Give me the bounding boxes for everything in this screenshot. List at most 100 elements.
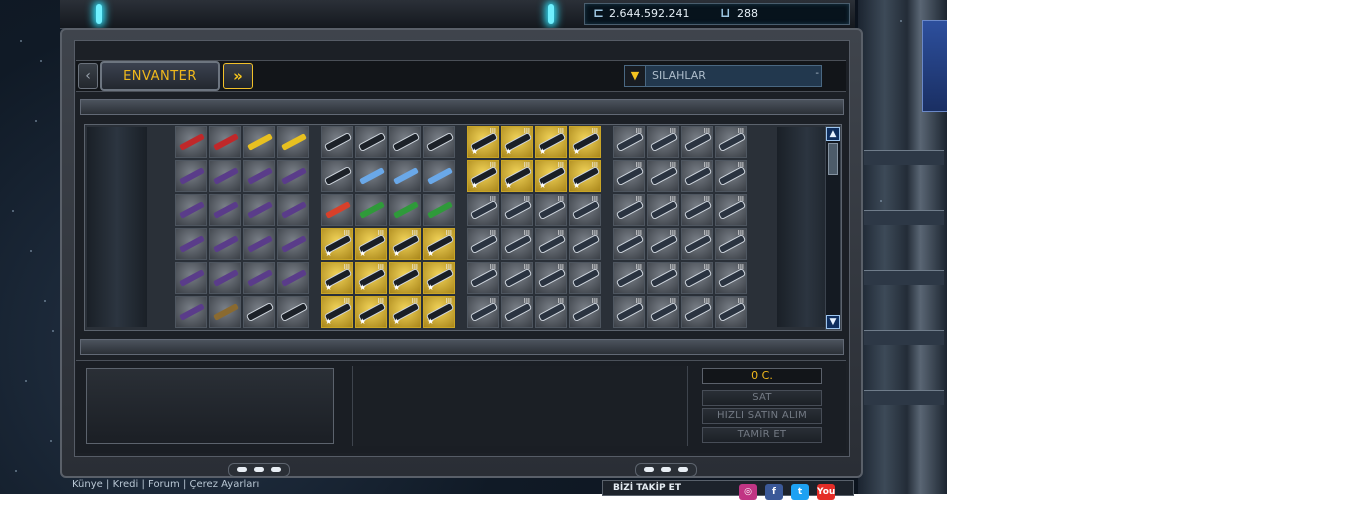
inventory-slot[interactable] <box>355 194 387 226</box>
inventory-slot[interactable] <box>175 296 207 328</box>
inventory-slot[interactable]: III <box>647 296 679 328</box>
inventory-slot[interactable]: III <box>501 262 533 294</box>
inventory-slot[interactable]: III <box>715 296 747 328</box>
inventory-slot[interactable]: III ★ <box>389 228 421 260</box>
inventory-slot[interactable]: III ★ <box>321 228 353 260</box>
inventory-slot[interactable]: III ★ <box>321 262 353 294</box>
facebook-icon[interactable]: f <box>765 484 783 500</box>
inventory-scrollbar[interactable]: ▲ ▼ <box>825 126 841 330</box>
inventory-slot[interactable]: III <box>647 262 679 294</box>
footer-link-kredi[interactable]: Kredi <box>113 479 139 490</box>
inventory-slot[interactable]: III ★ <box>501 126 533 158</box>
scroll-thumb[interactable] <box>828 143 838 175</box>
inventory-slot[interactable] <box>423 194 455 226</box>
inventory-slot[interactable] <box>389 160 421 192</box>
inventory-slot[interactable]: III <box>613 194 645 226</box>
inventory-slot[interactable]: III <box>647 194 679 226</box>
inventory-slot[interactable] <box>423 126 455 158</box>
inventory-slot[interactable]: III <box>715 160 747 192</box>
inventory-slot[interactable]: III <box>681 228 713 260</box>
inventory-slot[interactable]: III <box>535 194 567 226</box>
prev-tab-button[interactable]: ‹ <box>78 63 98 89</box>
inventory-slot[interactable]: III <box>535 296 567 328</box>
inventory-slot[interactable]: III <box>613 296 645 328</box>
inventory-slot[interactable]: III <box>613 228 645 260</box>
inventory-slot[interactable]: III ★ <box>423 262 455 294</box>
inventory-slot[interactable]: III <box>467 194 499 226</box>
inventory-slot[interactable] <box>243 296 275 328</box>
inventory-slot[interactable] <box>175 126 207 158</box>
inventory-slot[interactable]: III <box>569 194 601 226</box>
inventory-slot[interactable]: III ★ <box>569 160 601 192</box>
inventory-slot[interactable]: III ★ <box>467 160 499 192</box>
inventory-slot[interactable] <box>175 194 207 226</box>
inventory-slot[interactable]: III <box>647 228 679 260</box>
inventory-slot[interactable] <box>389 126 421 158</box>
inventory-slot[interactable]: III <box>613 126 645 158</box>
inventory-slot[interactable] <box>277 296 309 328</box>
footer-link-cookie-settings[interactable]: Çerez Ayarları <box>190 479 260 490</box>
inventory-slot[interactable] <box>321 160 353 192</box>
inventory-slot[interactable]: III <box>467 262 499 294</box>
inventory-slot[interactable]: III ★ <box>355 296 387 328</box>
inventory-slot[interactable] <box>277 194 309 226</box>
inventory-slot[interactable]: III <box>715 228 747 260</box>
inventory-slot[interactable]: III <box>681 126 713 158</box>
inventory-slot[interactable]: III ★ <box>389 262 421 294</box>
inventory-slot[interactable]: III <box>647 126 679 158</box>
inventory-slot[interactable] <box>175 262 207 294</box>
inventory-slot[interactable]: III ★ <box>569 126 601 158</box>
youtube-icon[interactable]: You <box>817 484 835 500</box>
inventory-slot[interactable] <box>277 228 309 260</box>
sell-button[interactable]: SAT <box>702 390 822 406</box>
inventory-slot[interactable]: III <box>535 262 567 294</box>
inventory-slot[interactable]: III <box>569 228 601 260</box>
footer-link-kunye[interactable]: Künye <box>72 479 103 490</box>
inventory-slot[interactable]: III <box>467 296 499 328</box>
inventory-slot[interactable] <box>243 262 275 294</box>
inventory-slot[interactable] <box>243 194 275 226</box>
inventory-slot[interactable] <box>209 262 241 294</box>
inventory-slot[interactable]: III <box>715 262 747 294</box>
inventory-slot[interactable] <box>321 126 353 158</box>
inventory-slot[interactable]: III <box>535 228 567 260</box>
inventory-slot[interactable] <box>277 262 309 294</box>
inventory-slot[interactable]: III ★ <box>355 262 387 294</box>
inventory-slot[interactable]: III <box>715 126 747 158</box>
inventory-slot[interactable]: III <box>715 194 747 226</box>
inventory-slot[interactable] <box>175 228 207 260</box>
inventory-slot[interactable] <box>209 194 241 226</box>
scroll-up-button[interactable]: ▲ <box>826 127 840 141</box>
category-filter-select[interactable]: ▼ SILAHLAR - <box>624 65 822 87</box>
inventory-slot[interactable] <box>243 228 275 260</box>
inventory-slot[interactable] <box>321 194 353 226</box>
inventory-slot[interactable] <box>175 160 207 192</box>
tab-envanter[interactable]: ENVANTER <box>100 61 220 91</box>
inventory-slot[interactable]: III <box>501 194 533 226</box>
inventory-slot[interactable]: III ★ <box>467 126 499 158</box>
inventory-slot[interactable]: III ★ <box>535 126 567 158</box>
inventory-slot[interactable] <box>209 228 241 260</box>
inventory-slot[interactable] <box>355 126 387 158</box>
inventory-slot[interactable]: III <box>569 262 601 294</box>
twitter-icon[interactable]: t <box>791 484 809 500</box>
inventory-slot[interactable]: III <box>681 194 713 226</box>
inventory-slot[interactable]: III ★ <box>501 160 533 192</box>
footer-link-forum[interactable]: Forum <box>148 479 180 490</box>
inventory-slot[interactable]: III <box>647 160 679 192</box>
inventory-slot[interactable] <box>243 126 275 158</box>
repair-button[interactable]: TAMİR ET <box>702 427 822 443</box>
inventory-slot[interactable]: III ★ <box>423 296 455 328</box>
inventory-slot[interactable] <box>243 160 275 192</box>
inventory-slot[interactable]: III ★ <box>423 228 455 260</box>
inventory-slot[interactable] <box>423 160 455 192</box>
inventory-slot[interactable]: III <box>613 262 645 294</box>
quick-buy-button[interactable]: HIZLI SATIN ALIM <box>702 408 822 424</box>
inventory-slot[interactable]: III ★ <box>355 228 387 260</box>
scroll-down-button[interactable]: ▼ <box>826 315 840 329</box>
inventory-slot[interactable]: III <box>681 160 713 192</box>
inventory-slot[interactable] <box>209 160 241 192</box>
next-tab-button[interactable]: » <box>223 63 253 89</box>
inventory-slot[interactable]: III ★ <box>535 160 567 192</box>
inventory-slot[interactable] <box>277 126 309 158</box>
